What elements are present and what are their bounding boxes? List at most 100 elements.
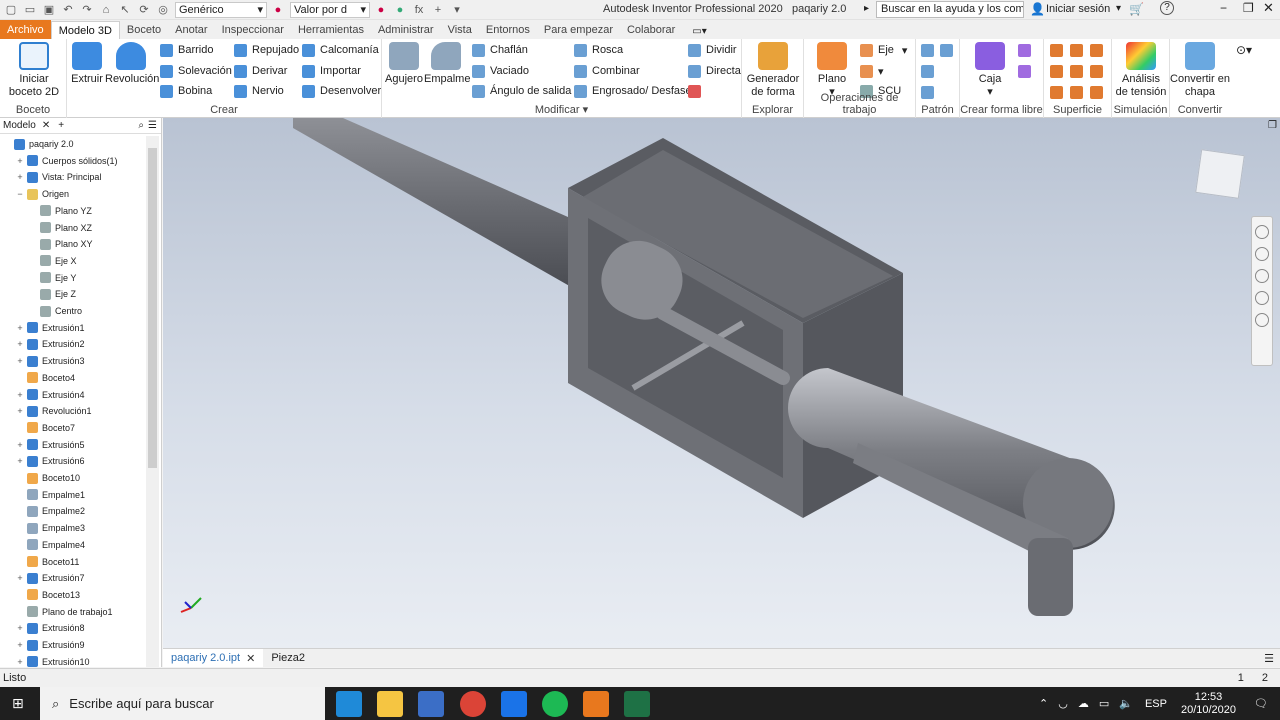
tab-inspeccionar[interactable]: Inspeccionar <box>215 21 291 39</box>
redo-icon[interactable]: ↷ <box>79 2 95 18</box>
start-sketch-button[interactable]: Iniciar boceto 2D <box>6 42 62 99</box>
chevron-down-icon[interactable]: ▾ <box>1116 3 1121 14</box>
tree-item[interactable]: Eje Z <box>0 286 76 302</box>
tree-item[interactable]: + Cuerpos sólidos(1) <box>0 153 118 169</box>
expand-icon[interactable]: + <box>16 323 24 333</box>
tree-item[interactable]: + Extrusión7 <box>0 570 85 586</box>
tree-item[interactable]: + Extrusión6 <box>0 453 85 469</box>
tree-item[interactable]: Plano YZ <box>0 203 92 219</box>
spotify-icon[interactable] <box>542 691 568 717</box>
boundary-patch-icon[interactable] <box>1050 86 1063 99</box>
shell-button[interactable]: Vaciado <box>472 62 529 80</box>
home-icon[interactable]: ⌂ <box>98 2 114 18</box>
parameters-icon[interactable]: fx <box>411 2 427 18</box>
wifi-icon[interactable]: ◡ <box>1058 697 1068 710</box>
expand-icon[interactable]: − <box>16 189 24 199</box>
expand-icon[interactable]: + <box>16 573 24 583</box>
tree-item[interactable]: Plano XZ <box>0 220 92 236</box>
box-button[interactable]: Caja ▾ <box>972 42 1008 99</box>
tab-entornos[interactable]: Entornos <box>479 21 537 39</box>
volume-icon[interactable]: 🔈 <box>1119 697 1133 710</box>
tab-anotar[interactable]: Anotar <box>168 21 214 39</box>
revolve-button[interactable]: Revolución <box>105 42 159 86</box>
save-icon[interactable]: ▣ <box>41 2 57 18</box>
extend-icon[interactable] <box>1070 65 1083 78</box>
tab-archivo[interactable]: Archivo <box>0 20 51 39</box>
tree-item[interactable]: Empalme3 <box>0 520 85 536</box>
select-icon[interactable]: ↖ <box>117 2 133 18</box>
user-icon[interactable]: 👤 <box>1030 2 1045 16</box>
plus-icon[interactable]: + <box>58 120 64 131</box>
notifications-icon[interactable]: 🗨 <box>1254 697 1268 710</box>
ribbon-options-icon[interactable]: ⊙▾ <box>1236 43 1252 57</box>
thread-button[interactable]: Rosca <box>574 41 623 59</box>
expand-icon[interactable]: + <box>16 339 24 349</box>
tree-item[interactable]: Boceto11 <box>0 554 79 570</box>
direct-button[interactable]: Directa <box>688 62 741 80</box>
expand-icon[interactable]: + <box>16 156 24 166</box>
circular-pattern-icon[interactable] <box>921 65 934 78</box>
customize-icon[interactable]: ▾ <box>449 2 465 18</box>
inventor-icon[interactable] <box>583 691 609 717</box>
tab-herramientas[interactable]: Herramientas <box>291 21 371 39</box>
combine-button[interactable]: Combinar <box>574 62 640 80</box>
expand-icon[interactable]: + <box>16 440 24 450</box>
expand-icon[interactable]: + <box>16 623 24 633</box>
expand-icon[interactable]: + <box>16 640 24 650</box>
tree-item[interactable]: + Extrusión1 <box>0 320 85 336</box>
file-explorer-icon[interactable] <box>377 691 403 717</box>
shape-generator-button[interactable]: Generador de forma <box>745 42 801 99</box>
graphics-window[interactable]: ❐ <box>163 118 1280 648</box>
replace-face-icon[interactable] <box>1090 65 1103 78</box>
axis-button[interactable]: Eje ▾ <box>860 41 907 59</box>
coil-button[interactable]: Bobina <box>160 82 212 100</box>
rib-button[interactable]: Nervio <box>234 82 284 100</box>
expand-icon[interactable]: + <box>16 657 24 667</box>
expand-icon[interactable]: + <box>16 390 24 400</box>
tree-item[interactable]: + Extrusión5 <box>0 437 85 453</box>
tree-item[interactable]: + Extrusión4 <box>0 387 85 403</box>
scroll-thumb[interactable] <box>148 148 157 468</box>
import-button[interactable]: Importar <box>302 62 361 80</box>
point-button[interactable]: ▾ <box>860 62 884 80</box>
tree-item[interactable]: + Extrusión8 <box>0 620 85 636</box>
tab-para-empezar[interactable]: Para empezar <box>537 21 620 39</box>
modificar-dropdown[interactable]: Modificar ▾ <box>382 103 741 116</box>
fillet-button[interactable]: Empalme <box>424 42 470 86</box>
windows-start-icon[interactable]: ⊞ <box>12 695 24 712</box>
doc-tab-paqariy[interactable]: paqariy 2.0.ipt ✕ <box>163 649 264 667</box>
tree-item[interactable]: Boceto13 <box>0 587 80 603</box>
patch-icon[interactable] <box>1070 44 1083 57</box>
new-icon[interactable]: ▢ <box>3 2 19 18</box>
tree-item[interactable]: Empalme4 <box>0 537 85 553</box>
freeform-convert-icon[interactable] <box>1018 65 1031 78</box>
plane-button[interactable]: Plano ▾ <box>812 42 852 99</box>
chevron-up-icon[interactable]: ⌃ <box>1039 697 1048 710</box>
tree-item[interactable]: Boceto7 <box>0 420 75 436</box>
model-3d[interactable] <box>163 118 1280 648</box>
expand-icon[interactable]: + <box>16 356 24 366</box>
menu-icon[interactable]: ☰ <box>148 120 157 131</box>
repair-icon[interactable] <box>1090 86 1103 99</box>
minimize-icon[interactable]: − <box>1220 1 1227 15</box>
steering-wheel-icon[interactable] <box>1255 225 1269 239</box>
mail-icon[interactable] <box>501 691 527 717</box>
convert-sheetmetal-button[interactable]: Convertir en chapa <box>1170 42 1230 99</box>
loft-button[interactable]: Solevación <box>160 62 232 80</box>
clock[interactable]: 12:53 20/10/2020 <box>1181 691 1236 717</box>
cart-icon[interactable]: 🛒 <box>1129 2 1144 16</box>
tree-item[interactable]: Eje X <box>0 253 77 269</box>
tree-item[interactable]: Empalme2 <box>0 503 85 519</box>
tree-item[interactable]: Boceto10 <box>0 470 80 486</box>
draft-button[interactable]: Ángulo de salida <box>472 82 571 100</box>
sculpt-icon[interactable] <box>1090 44 1103 57</box>
help-icon[interactable]: ? <box>1160 1 1174 15</box>
close-icon[interactable]: ✕ <box>1263 0 1274 16</box>
expand-icon[interactable]: + <box>16 456 24 466</box>
menu-icon[interactable]: ☰ <box>1264 652 1274 665</box>
cloud-icon[interactable]: ☁ <box>1078 697 1089 710</box>
tree-item[interactable]: Empalme1 <box>0 487 85 503</box>
tree-item[interactable]: Centro <box>0 303 82 319</box>
tree-item[interactable]: Boceto4 <box>0 370 75 386</box>
stress-analysis-button[interactable]: Análisis de tensión <box>1114 42 1168 99</box>
